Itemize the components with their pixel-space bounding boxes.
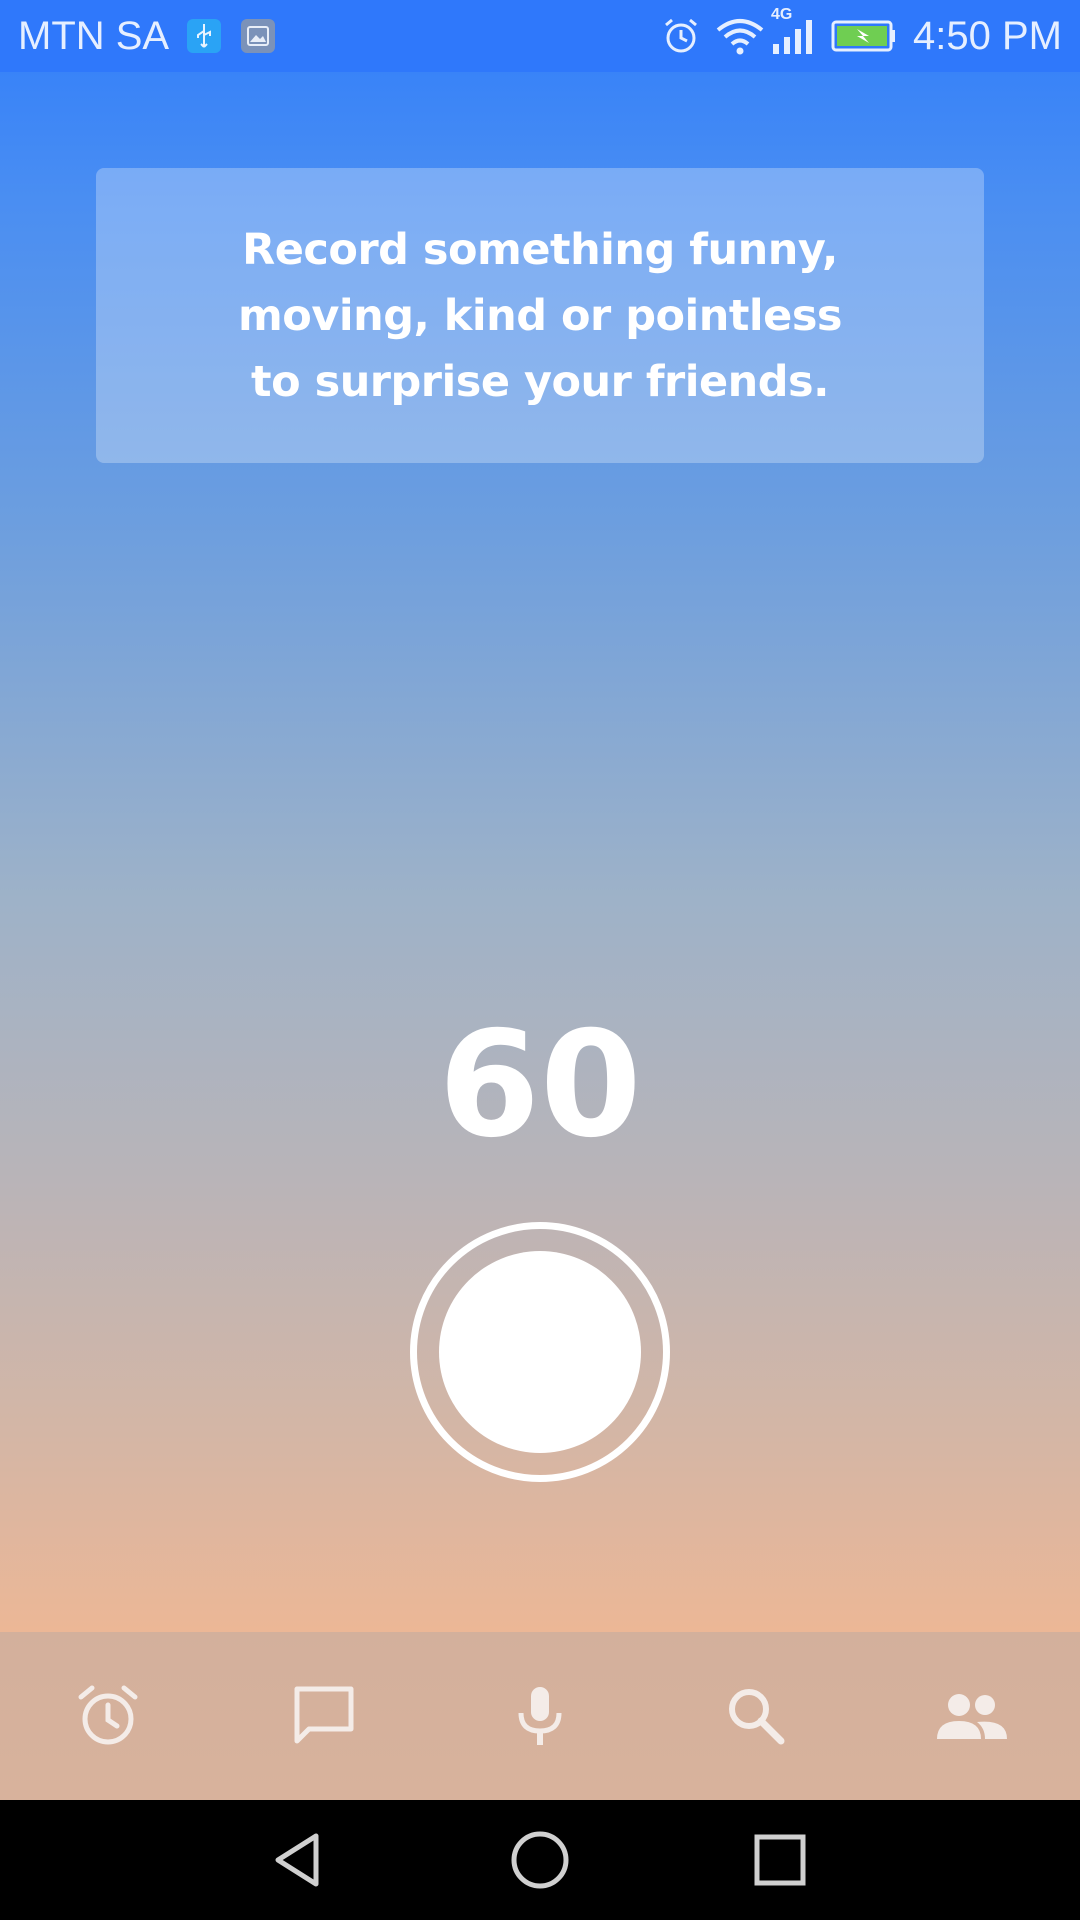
nav-search[interactable] xyxy=(696,1656,816,1776)
status-time: 4:50 PM xyxy=(913,13,1062,58)
record-button[interactable] xyxy=(410,1222,670,1482)
back-button[interactable] xyxy=(240,1800,360,1920)
network-type: 4G xyxy=(771,6,793,23)
wifi-icon xyxy=(716,19,764,55)
chat-bubble-icon xyxy=(294,1686,354,1744)
record-screen: MTN SA 4G 4:50 PM Record something funny… xyxy=(0,0,1080,1920)
search-icon xyxy=(729,1689,785,1745)
nav-messages[interactable] xyxy=(264,1656,384,1776)
alarm-clock-icon xyxy=(78,1685,138,1745)
alarm-icon xyxy=(665,18,697,53)
nav-alarm[interactable] xyxy=(48,1656,168,1776)
signal-icon: 4G xyxy=(765,6,817,56)
image-icon xyxy=(241,19,276,53)
status-bar-right: 4G 4:50 PM xyxy=(647,6,1062,59)
countdown-seconds: 60 xyxy=(438,1000,642,1170)
home-icon xyxy=(511,1831,569,1889)
usb-icon xyxy=(187,19,222,53)
bottom-nav xyxy=(0,1632,1080,1800)
status-bar: MTN SA 4G 4:50 PM xyxy=(0,0,1080,72)
recents-button[interactable] xyxy=(720,1800,840,1920)
microphone-icon xyxy=(518,1687,562,1745)
battery-charging-icon xyxy=(831,20,896,52)
people-icon xyxy=(937,1694,1007,1739)
home-button[interactable] xyxy=(480,1800,600,1920)
system-nav-bar xyxy=(0,1800,1080,1920)
prompt-text: Record something funny, moving, kind or … xyxy=(237,224,843,407)
prompt-card: Record something funny, moving, kind or … xyxy=(96,168,984,463)
nav-friends[interactable] xyxy=(912,1656,1032,1776)
record-icon xyxy=(439,1251,641,1453)
recents-icon xyxy=(754,1834,806,1886)
carrier-name: MTN SA xyxy=(18,13,170,58)
nav-record[interactable] xyxy=(480,1656,600,1776)
back-icon xyxy=(275,1833,319,1887)
status-bar-left: MTN SA xyxy=(18,14,295,59)
